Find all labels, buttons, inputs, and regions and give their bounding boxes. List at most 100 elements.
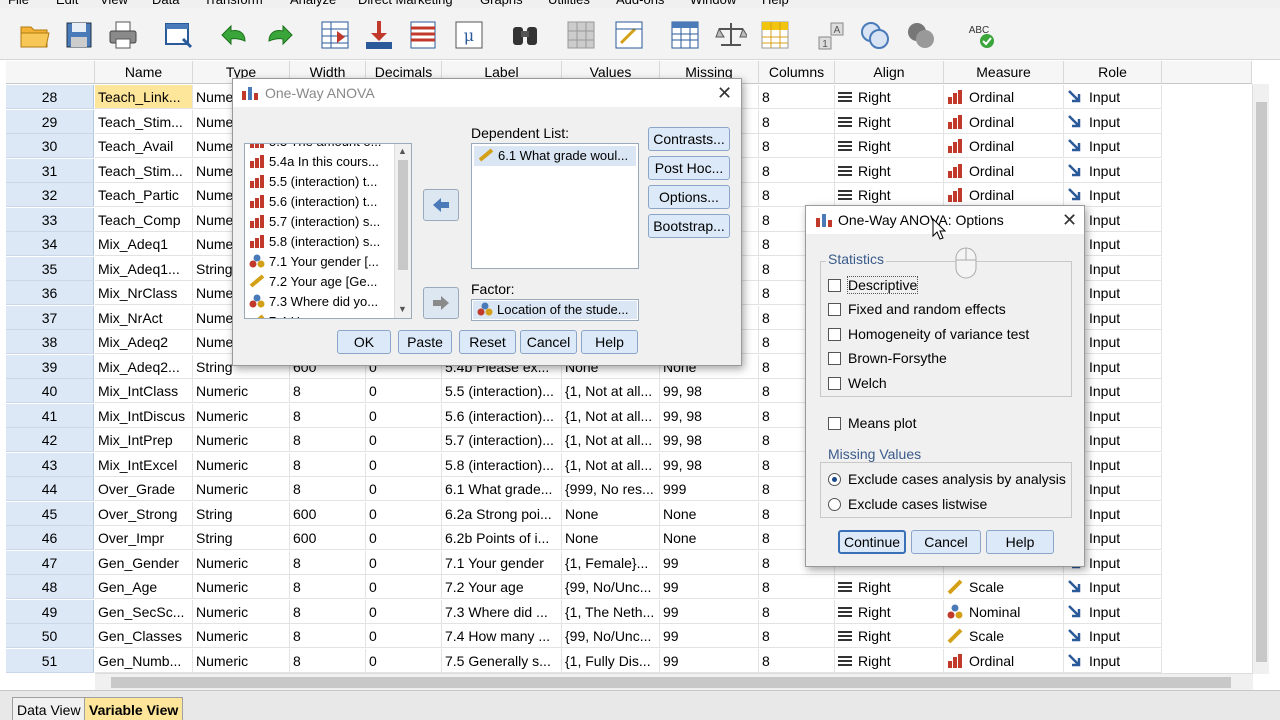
row-number[interactable]: 30: [6, 134, 94, 158]
row-number[interactable]: 50: [6, 624, 94, 648]
cell-missing[interactable]: None: [660, 526, 759, 550]
cell-width[interactable]: 8: [290, 403, 366, 428]
source-list-scrollbar[interactable]: ▲ ▼: [394, 144, 411, 318]
cell-decimals[interactable]: 0: [366, 550, 442, 575]
factor-item[interactable]: Location of the stude...: [473, 301, 637, 319]
tab-variable-view[interactable]: Variable View: [84, 697, 184, 720]
cell-width[interactable]: 600: [290, 526, 366, 550]
horizontal-scrollbar[interactable]: [95, 673, 1253, 690]
cell-name[interactable]: Teach_Partic: [95, 183, 193, 207]
save-icon[interactable]: [62, 18, 96, 52]
row-number[interactable]: 31: [6, 158, 94, 183]
cell-missing[interactable]: 999: [660, 477, 759, 501]
cell-values[interactable]: {1, Not at all...: [562, 403, 660, 428]
row-number[interactable]: 48: [6, 575, 94, 599]
cell-values[interactable]: {1, Not at all...: [562, 428, 660, 452]
cell-measure[interactable]: Ordinal: [944, 158, 1064, 183]
cell-label[interactable]: 7.5 Generally s...: [442, 648, 562, 673]
source-variable-item[interactable]: 5.8 (interaction) s...: [245, 232, 411, 252]
show-all-variables-icon[interactable]: [904, 18, 938, 52]
reset-button[interactable]: Reset: [459, 330, 516, 354]
goto-variable-icon[interactable]: [362, 18, 396, 52]
cell-name[interactable]: Gen_Age: [95, 575, 193, 599]
cell-name[interactable]: Teach_Stim...: [95, 158, 193, 183]
cell-role[interactable]: Input: [1064, 599, 1162, 624]
cell-columns[interactable]: 8: [759, 109, 835, 134]
cell-values[interactable]: {1, Fully Dis...: [562, 648, 660, 673]
cell-label[interactable]: 6.1 What grade...: [442, 477, 562, 501]
help-button[interactable]: Help: [986, 530, 1054, 554]
row-number[interactable]: 33: [6, 207, 94, 232]
exclude-listwise-radio[interactable]: Exclude cases listwise: [828, 496, 987, 512]
menu-item-direct-marketing[interactable]: Direct Marketing: [358, 0, 453, 7]
cell-values[interactable]: {999, No res...: [562, 477, 660, 501]
exclude-analysis-radio[interactable]: Exclude cases analysis by analysis: [828, 471, 1066, 487]
row-number[interactable]: 51: [6, 648, 94, 673]
factor-field[interactable]: Location of the stude...: [471, 299, 639, 321]
insert-cases-icon[interactable]: [564, 18, 598, 52]
cell-values[interactable]: {1, Not at all...: [562, 379, 660, 403]
means-plot-checkbox[interactable]: Means plot: [828, 415, 916, 431]
cell-values[interactable]: {1, The Neth...: [562, 599, 660, 624]
source-variable-item[interactable]: 5.4a In this cours...: [245, 152, 411, 172]
cell-name[interactable]: Gen_Numb...: [95, 648, 193, 673]
dependent-item[interactable]: 6.1 What grade woul...: [474, 146, 636, 166]
cell-measure[interactable]: Ordinal: [944, 85, 1064, 109]
cell-name[interactable]: Mix_IntPrep: [95, 428, 193, 452]
source-variable-item[interactable]: 5.7 (interaction) s...: [245, 212, 411, 232]
close-icon[interactable]: ✕: [717, 83, 732, 103]
cell-name[interactable]: Gen_Gender: [95, 550, 193, 575]
cell-name[interactable]: Mix_Adeq1: [95, 232, 193, 256]
menu-item-file[interactable]: File: [8, 0, 29, 7]
source-variable-item[interactable]: 7.3 Where did yo...: [245, 292, 411, 312]
cell-values[interactable]: {1, Not at all...: [562, 452, 660, 477]
row-number[interactable]: 38: [6, 330, 94, 354]
close-icon[interactable]: ✕: [1062, 210, 1077, 230]
menu-item-analyze[interactable]: Analyze: [290, 0, 336, 7]
cell-name[interactable]: Mix_NrClass: [95, 281, 193, 305]
cell-missing[interactable]: 99: [660, 624, 759, 648]
welch-checkbox[interactable]: Welch: [828, 375, 887, 391]
run-descriptives-icon[interactable]: μ: [452, 18, 486, 52]
row-number[interactable]: 46: [6, 526, 94, 550]
cell-label[interactable]: 6.2a Strong poi...: [442, 501, 562, 526]
cell-decimals[interactable]: 0: [366, 501, 442, 526]
fixed-random-effects-checkbox[interactable]: Fixed and random effects: [828, 301, 1006, 317]
source-variable-item[interactable]: 7.4 How many ...: [245, 312, 411, 318]
variables-icon[interactable]: [406, 18, 440, 52]
row-number[interactable]: 39: [6, 354, 94, 379]
source-variable-item[interactable]: 5.6 (interaction) t...: [245, 192, 411, 212]
cell-name[interactable]: Mix_IntExcel: [95, 452, 193, 477]
cell-align[interactable]: Right: [835, 158, 944, 183]
cell-columns[interactable]: 8: [759, 158, 835, 183]
cell-missing[interactable]: 99: [660, 648, 759, 673]
row-number[interactable]: 44: [6, 477, 94, 501]
cell-values[interactable]: None: [562, 526, 660, 550]
source-variable-item[interactable]: 7.2 Your age [Ge...: [245, 272, 411, 292]
row-number[interactable]: 32: [6, 183, 94, 207]
row-number[interactable]: 42: [6, 428, 94, 452]
row-number[interactable]: 37: [6, 305, 94, 330]
cell-columns[interactable]: 8: [759, 183, 835, 207]
cell-columns[interactable]: 8: [759, 85, 835, 109]
cell-decimals[interactable]: 0: [366, 575, 442, 599]
cell-measure[interactable]: Ordinal: [944, 648, 1064, 673]
cell-width[interactable]: 8: [290, 379, 366, 403]
cell-align[interactable]: Right: [835, 575, 944, 599]
cell-label[interactable]: 7.2 Your age: [442, 575, 562, 599]
bootstrap-button[interactable]: Bootstrap...: [648, 214, 730, 238]
spell-check-icon[interactable]: ABC: [962, 18, 996, 52]
cell-name[interactable]: Gen_SecSc...: [95, 599, 193, 624]
cell-label[interactable]: 7.4 How many ...: [442, 624, 562, 648]
cell-name[interactable]: Mix_NrAct: [95, 305, 193, 330]
cell-name[interactable]: Mix_Adeq2...: [95, 354, 193, 379]
cell-values[interactable]: {99, No/Unc...: [562, 575, 660, 599]
cell-width[interactable]: 8: [290, 575, 366, 599]
menu-item-window[interactable]: Window: [690, 0, 736, 7]
dependent-list[interactable]: 6.1 What grade woul...: [471, 143, 639, 269]
cell-label[interactable]: 6.2b Points of i...: [442, 526, 562, 550]
cell-align[interactable]: Right: [835, 109, 944, 134]
cell-name[interactable]: Over_Impr: [95, 526, 193, 550]
column-header-columns[interactable]: Columns: [759, 61, 835, 84]
post-hoc-button[interactable]: Post Hoc...: [648, 156, 730, 180]
